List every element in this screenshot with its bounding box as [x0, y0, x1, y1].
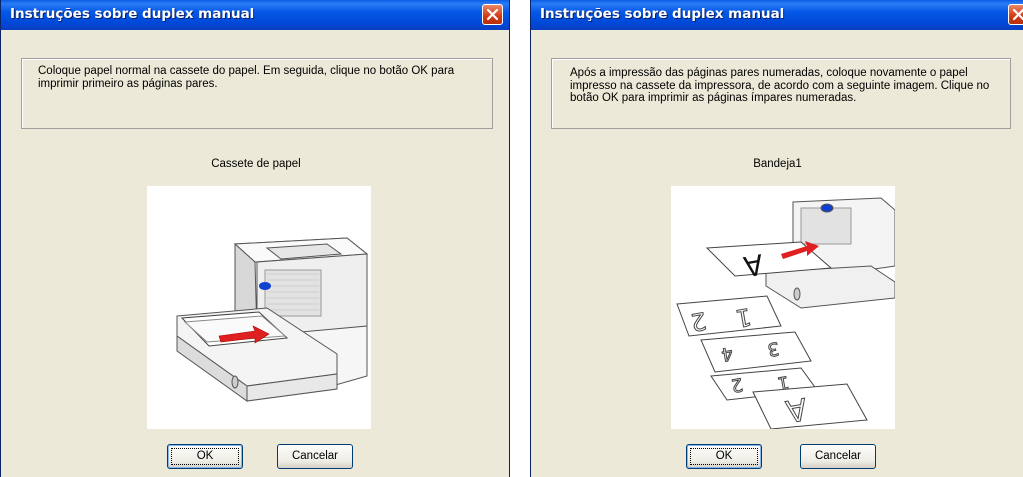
close-button[interactable] [482, 4, 503, 25]
manual-duplex-dialog-1: Instruções sobre duplex manual Coloque p… [0, 0, 510, 477]
cancel-button[interactable]: Cancelar [800, 444, 876, 469]
title-bar[interactable]: Instruções sobre duplex manual [531, 0, 1023, 30]
status-led [259, 282, 271, 290]
focus-rectangle [171, 448, 239, 465]
instruction-message: Após a impressão das páginas pares numer… [551, 58, 1011, 129]
cancel-button-label: Cancelar [814, 450, 862, 462]
status-led [820, 203, 834, 213]
title-bar[interactable]: Instruções sobre duplex manual [1, 0, 509, 30]
illustration-caption: Cassete de papel [211, 158, 301, 170]
dialog-title: Instruções sobre duplex manual [10, 6, 255, 22]
paper-cassette-illustration [147, 186, 371, 429]
cancel-button[interactable]: Cancelar [277, 444, 353, 469]
close-button[interactable] [1008, 4, 1023, 25]
ok-button[interactable]: OK [686, 444, 762, 469]
close-icon [486, 8, 499, 21]
illustration-caption: Bandeja1 [753, 158, 802, 170]
focus-rectangle [690, 448, 758, 465]
dialog-title: Instruções sobre duplex manual [540, 6, 785, 22]
close-icon [1012, 8, 1023, 21]
cancel-button-label: Cancelar [291, 450, 339, 462]
manual-duplex-dialog-2: Instruções sobre duplex manual Após a im… [530, 0, 1023, 477]
instruction-message: Coloque papel normal na cassete do papel… [21, 58, 493, 129]
ok-button[interactable]: OK [167, 444, 243, 469]
tray-reload-illustration: A 2 1 4 3 2 1 A [671, 186, 896, 430]
